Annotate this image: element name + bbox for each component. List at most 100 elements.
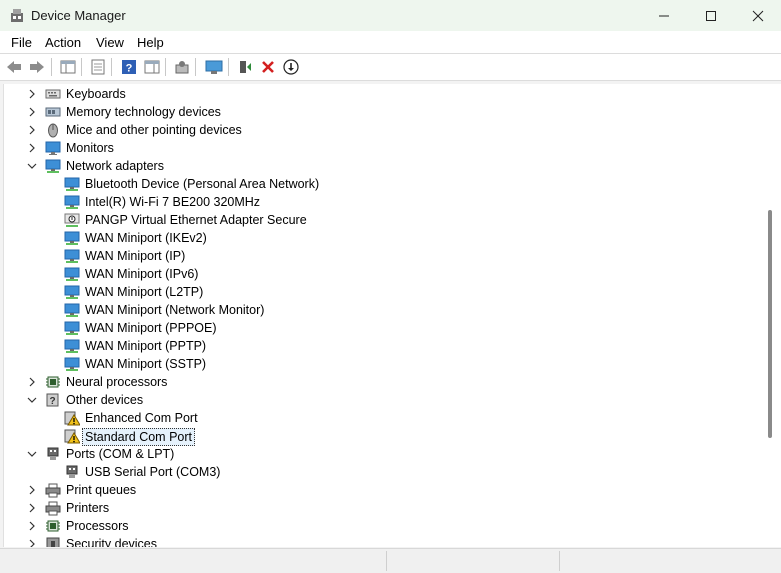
port-icon (47, 447, 59, 460)
menu-action[interactable]: Action (45, 35, 81, 50)
tree-item-network-adapter-item[interactable]: Bluetooth Device (Personal Area Network) (4, 175, 764, 193)
tree-category-print-queues[interactable]: Print queues (4, 481, 764, 499)
scan-hardware-icon (205, 60, 223, 74)
network-icon (64, 339, 80, 353)
toolbar-separator (51, 58, 52, 76)
tree-label: Bluetooth Device (Personal Area Network) (85, 177, 320, 191)
expand-toggle[interactable] (26, 85, 38, 103)
tree-category-keyboards[interactable]: Keyboards (4, 85, 764, 103)
tree-item-other-device-item[interactable]: Enhanced Com Port (4, 409, 764, 427)
tree-label: WAN Miniport (L2TP) (85, 285, 204, 299)
tree-item-network-adapter-item[interactable]: WAN Miniport (IKEv2) (4, 229, 764, 247)
vertical-scrollbar[interactable] (765, 84, 781, 547)
toolbar-separator (81, 58, 82, 76)
expand-toggle[interactable] (26, 373, 38, 391)
download-driver-icon (283, 59, 299, 75)
expand-toggle[interactable] (26, 103, 38, 121)
tree-item-network-adapter-item[interactable]: WAN Miniport (SSTP) (4, 355, 764, 373)
chevron-right-icon (29, 89, 35, 99)
expand-toggle[interactable] (26, 121, 38, 139)
tree-item-network-adapter-item[interactable]: WAN Miniport (IPv6) (4, 265, 764, 283)
tree-category-monitors[interactable]: Monitors (4, 139, 764, 157)
action-pane-button[interactable] (142, 57, 162, 77)
tree-category-memory-technology-devices[interactable]: Memory technology devices (4, 103, 764, 121)
network-icon (64, 285, 80, 299)
tree-label: Security devices (66, 537, 158, 547)
expand-toggle[interactable] (26, 139, 38, 157)
tree-label: Processors (66, 519, 129, 533)
minimize-button[interactable] (641, 0, 687, 31)
tree-category-processors[interactable]: Processors (4, 517, 764, 535)
back-icon (7, 61, 21, 73)
collapse-toggle[interactable] (26, 157, 38, 175)
properties-button[interactable] (88, 57, 108, 77)
tree-label: Enhanced Com Port (85, 411, 198, 425)
close-button[interactable] (735, 0, 781, 31)
collapse-toggle[interactable] (26, 445, 38, 463)
collapse-toggle[interactable] (26, 391, 38, 409)
tree-label: Printers (66, 501, 110, 515)
printer-icon (45, 501, 61, 516)
properties-icon (91, 59, 105, 75)
tree-category-neural-processors[interactable]: Neural processors (4, 373, 764, 391)
update-driver-button[interactable] (172, 57, 192, 77)
maximize-icon (706, 10, 716, 21)
status-divider (559, 551, 560, 571)
tree-item-network-adapter-item[interactable]: WAN Miniport (PPPOE) (4, 319, 764, 337)
toolbar-separator (111, 58, 112, 76)
tree-category-security-devices[interactable]: Security devices (4, 535, 764, 547)
uninstall-device-button[interactable] (258, 57, 278, 77)
tree-label: Neural processors (66, 375, 168, 389)
tree-label: Ports (COM & LPT) (66, 447, 175, 461)
tree-item-network-adapter-item[interactable]: WAN Miniport (IP) (4, 247, 764, 265)
printer-icon (45, 483, 61, 498)
toolbar-separator (165, 58, 166, 76)
expand-toggle[interactable] (26, 535, 38, 547)
expand-toggle[interactable] (26, 481, 38, 499)
network-icon (64, 231, 80, 245)
mouse-icon (48, 123, 58, 138)
tree-label: WAN Miniport (PPTP) (85, 339, 207, 353)
tree-label: Standard Com Port (82, 428, 195, 446)
tree-label: PANGP Virtual Ethernet Adapter Secure (85, 213, 307, 227)
tree-item-network-adapter-item[interactable]: WAN Miniport (L2TP) (4, 283, 764, 301)
scan-hardware-button[interactable] (204, 57, 224, 77)
tree-label: Print queues (66, 483, 137, 497)
download-driver-button[interactable] (281, 57, 301, 77)
tree-item-other-device-item[interactable]: Standard Com Port (4, 427, 764, 446)
network-icon (64, 267, 80, 281)
tree-item-network-adapter-item[interactable]: WAN Miniport (Network Monitor) (4, 301, 764, 319)
chevron-right-icon (29, 143, 35, 153)
enable-device-icon (240, 61, 251, 73)
tree-category-network-adapters[interactable]: Network adapters (4, 157, 764, 175)
minimize-icon (659, 15, 669, 16)
svg-text:?: ? (126, 63, 133, 75)
tree-item-port-item[interactable]: USB Serial Port (COM3) (4, 463, 764, 481)
tree-item-network-adapter-item[interactable]: PANGP Virtual Ethernet Adapter Secure (4, 211, 764, 229)
help-button[interactable]: ? (119, 57, 139, 77)
tree-category-other-devices[interactable]: ? Other devices (4, 391, 764, 409)
maximize-button[interactable] (688, 0, 734, 31)
tree-item-network-adapter-item[interactable]: Intel(R) Wi-Fi 7 BE200 320MHz (4, 193, 764, 211)
tree-category-mice-and-pointing-devices[interactable]: Mice and other pointing devices (4, 121, 764, 139)
tree-category-printers[interactable]: Printers (4, 499, 764, 517)
chip-icon (46, 520, 60, 532)
menu-view[interactable]: View (96, 35, 124, 50)
show-hide-console-tree-button[interactable] (58, 57, 78, 77)
enable-device-button[interactable] (235, 57, 255, 77)
menu-help[interactable]: Help (137, 35, 164, 50)
tree-label: Other devices (66, 393, 144, 407)
tree-item-network-adapter-item[interactable]: WAN Miniport (PPTP) (4, 337, 764, 355)
expand-toggle[interactable] (26, 517, 38, 535)
scrollbar-thumb[interactable] (768, 210, 772, 438)
window-title: Device Manager (31, 8, 126, 23)
forward-button[interactable] (27, 57, 47, 77)
menu-file[interactable]: File (11, 35, 32, 50)
chevron-right-icon (29, 503, 35, 513)
tree-category-ports-com-lpt[interactable]: Ports (COM & LPT) (4, 445, 764, 463)
tree-label: USB Serial Port (COM3) (85, 465, 221, 479)
device-manager-icon (11, 9, 23, 22)
back-button[interactable] (4, 57, 24, 77)
expand-toggle[interactable] (26, 499, 38, 517)
svg-text:?: ? (49, 396, 55, 407)
